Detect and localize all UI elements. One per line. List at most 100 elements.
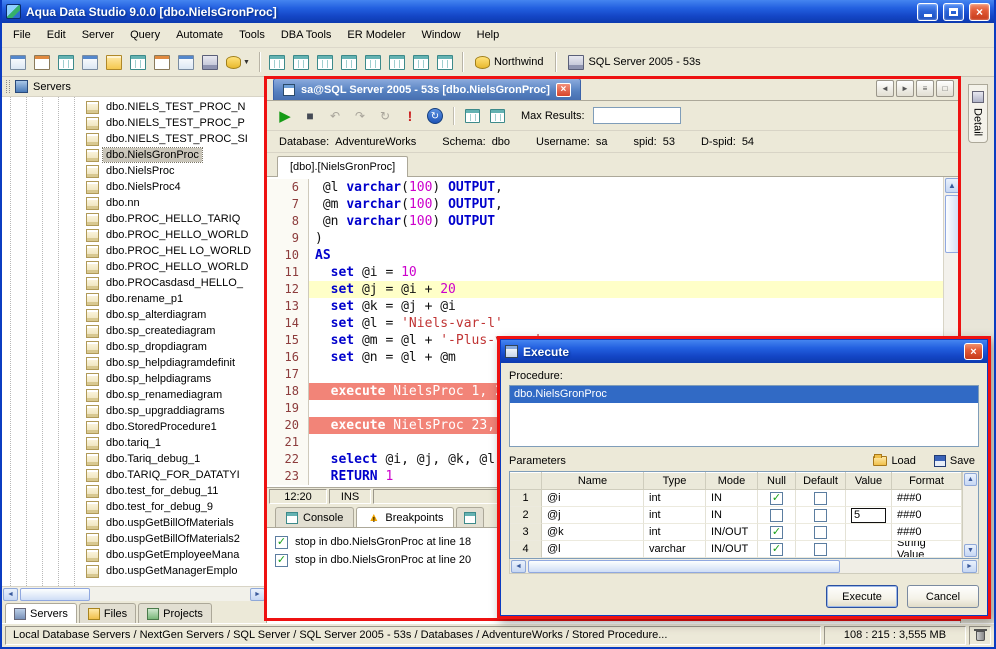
export-button[interactable]: [151, 51, 173, 73]
scroll-left-icon[interactable]: ◄: [3, 588, 18, 601]
menu-item-help[interactable]: Help: [469, 25, 508, 45]
cancel-button[interactable]: Cancel: [907, 585, 979, 608]
param-row[interactable]: 2@jintIN5###0: [510, 507, 962, 524]
tab-breakpoints[interactable]: ▲!Breakpoints: [356, 507, 454, 527]
active-database-chip[interactable]: Northwind: [469, 54, 550, 71]
table-horizontal-scrollbar[interactable]: ◄ ►: [509, 559, 979, 574]
commit-button[interactable]: !: [399, 105, 421, 127]
execute-to-text-button[interactable]: [486, 105, 508, 127]
breakpoint-checkbox[interactable]: ✓: [275, 536, 288, 549]
tree-item[interactable]: dbo.sp_upgraddiagrams: [2, 403, 266, 419]
title-bar[interactable]: Aqua Data Studio 9.0.0 [dbo.NielsGronPro…: [2, 0, 994, 23]
scrollbar-thumb[interactable]: [528, 560, 840, 573]
tree-item[interactable]: dbo.TARIQ_FOR_DATATYI: [2, 467, 266, 483]
close-tab-button[interactable]: ×: [556, 83, 571, 97]
active-server-chip[interactable]: SQL Server 2005 - 53s: [562, 53, 706, 72]
menu-item-server[interactable]: Server: [74, 25, 122, 45]
tree-item[interactable]: dbo.NielsProc: [2, 163, 266, 179]
detail-tab[interactable]: Detail: [968, 84, 988, 143]
menu-item-er-modeler[interactable]: ER Modeler: [339, 25, 413, 45]
close-button[interactable]: ×: [969, 3, 990, 21]
tree-item[interactable]: dbo.uspGetBillOfMaterials2: [2, 531, 266, 547]
tree-item[interactable]: dbo.uspGetEmployeeMana: [2, 547, 266, 563]
history-button[interactable]: [434, 51, 456, 73]
tree-item[interactable]: dbo.PROC_HELLO_WORLD: [2, 259, 266, 275]
scrollbar-track[interactable]: [527, 560, 961, 573]
code-line[interactable]: 7 @m varchar(100) OUTPUT,: [267, 196, 943, 213]
tree-item[interactable]: dbo.PROC_HEL LO_WORLD: [2, 243, 266, 259]
dialog-title-bar[interactable]: Execute ×: [501, 340, 987, 363]
open-file-button[interactable]: [103, 51, 125, 73]
results-grid-button[interactable]: [266, 51, 288, 73]
dialog-close-button[interactable]: ×: [964, 343, 983, 360]
register-server-button[interactable]: [7, 51, 29, 73]
tree-item[interactable]: dbo.NielsProc4: [2, 179, 266, 195]
code-line[interactable]: 8 @n varchar(100) OUTPUT: [267, 213, 943, 230]
scrollbar-thumb[interactable]: [945, 195, 960, 253]
tree-item[interactable]: dbo.PROC_HELLO_WORLD: [2, 227, 266, 243]
tree-item[interactable]: dbo.test_for_debug_9: [2, 499, 266, 515]
max-results-input[interactable]: [593, 107, 681, 124]
code-line[interactable]: 13 set @k = @j + @i: [267, 298, 943, 315]
tab-console[interactable]: Console: [275, 507, 354, 527]
tab-extra[interactable]: [456, 507, 484, 527]
tree-item[interactable]: dbo.tariq_1: [2, 435, 266, 451]
param-row[interactable]: 1@iintIN✓###0: [510, 490, 962, 507]
garbage-collect-button[interactable]: [969, 626, 991, 645]
code-line[interactable]: 11 set @i = 10: [267, 264, 943, 281]
param-value-cell[interactable]: [846, 524, 892, 541]
null-checkbox[interactable]: ✓: [770, 543, 783, 556]
default-checkbox[interactable]: [814, 509, 827, 522]
sidebar-tab-files[interactable]: Files: [79, 603, 136, 623]
default-checkbox[interactable]: [814, 492, 827, 505]
default-checkbox[interactable]: [814, 543, 827, 556]
previous-tab-button[interactable]: ◄: [876, 80, 894, 97]
er-modeler-button[interactable]: [175, 51, 197, 73]
tree-item[interactable]: dbo.sp_helpdiagramdefinit: [2, 355, 266, 371]
step-over-button[interactable]: ↷: [349, 105, 371, 127]
form-view-button[interactable]: [314, 51, 336, 73]
tree-horizontal-scrollbar[interactable]: ◄ ►: [2, 586, 266, 601]
database-selector-button[interactable]: ▼: [223, 51, 253, 73]
resume-button[interactable]: ↻: [374, 105, 396, 127]
panel-grip[interactable]: [6, 80, 10, 93]
tree-item[interactable]: dbo.rename_p1: [2, 291, 266, 307]
tree-item[interactable]: dbo.Tariq_debug_1: [2, 451, 266, 467]
param-value-cell[interactable]: 5: [846, 507, 892, 524]
load-button[interactable]: Load: [869, 454, 919, 468]
tab-list-button[interactable]: ≡: [916, 80, 934, 97]
breakpoint-checkbox[interactable]: ✓: [275, 554, 288, 567]
null-checkbox[interactable]: ✓: [770, 492, 783, 505]
tree-item[interactable]: dbo.NIELS_TEST_PROC_N: [2, 99, 266, 115]
scroll-up-icon[interactable]: ▲: [964, 473, 977, 486]
execution-plan-button[interactable]: [362, 51, 384, 73]
pivot-grid-button[interactable]: [290, 51, 312, 73]
procedure-list[interactable]: dbo.NielsGronProc: [509, 385, 979, 447]
menu-item-window[interactable]: Window: [414, 25, 469, 45]
execute-query-button[interactable]: ▶: [274, 105, 296, 127]
step-back-button[interactable]: ↶: [324, 105, 346, 127]
param-row[interactable]: 4@lvarcharIN/OUT✓String Value: [510, 541, 962, 558]
scroll-left-icon[interactable]: ◄: [511, 560, 526, 573]
minimize-button[interactable]: [917, 3, 938, 21]
connect-button[interactable]: [31, 51, 53, 73]
null-checkbox[interactable]: ✓: [770, 526, 783, 539]
tree-item[interactable]: dbo.PROCasdasd_HELLO_: [2, 275, 266, 291]
tree-item[interactable]: dbo.sp_creatediagram: [2, 323, 266, 339]
scroll-down-icon[interactable]: ▼: [964, 544, 977, 557]
scroll-up-icon[interactable]: ▲: [945, 178, 960, 193]
import-button[interactable]: [127, 51, 149, 73]
maximize-button[interactable]: [943, 3, 964, 21]
tree-item[interactable]: dbo.NIELS_TEST_PROC_SI: [2, 131, 266, 147]
procedure-list-item[interactable]: dbo.NielsGronProc: [510, 386, 978, 403]
code-line[interactable]: 14 set @l = 'Niels-var-l': [267, 315, 943, 332]
table-vertical-scrollbar[interactable]: ▲ ▼: [962, 472, 978, 558]
scroll-right-icon[interactable]: ►: [962, 560, 977, 573]
tree-item[interactable]: dbo.sp_alterdiagram: [2, 307, 266, 323]
tree-item[interactable]: dbo.sp_renamediagram: [2, 387, 266, 403]
code-line[interactable]: 9): [267, 230, 943, 247]
stop-query-button[interactable]: ■: [299, 105, 321, 127]
sidebar-tab-servers[interactable]: Servers: [5, 603, 77, 623]
tree-item[interactable]: dbo.NIELS_TEST_PROC_P: [2, 115, 266, 131]
save-button[interactable]: Save: [930, 454, 979, 468]
